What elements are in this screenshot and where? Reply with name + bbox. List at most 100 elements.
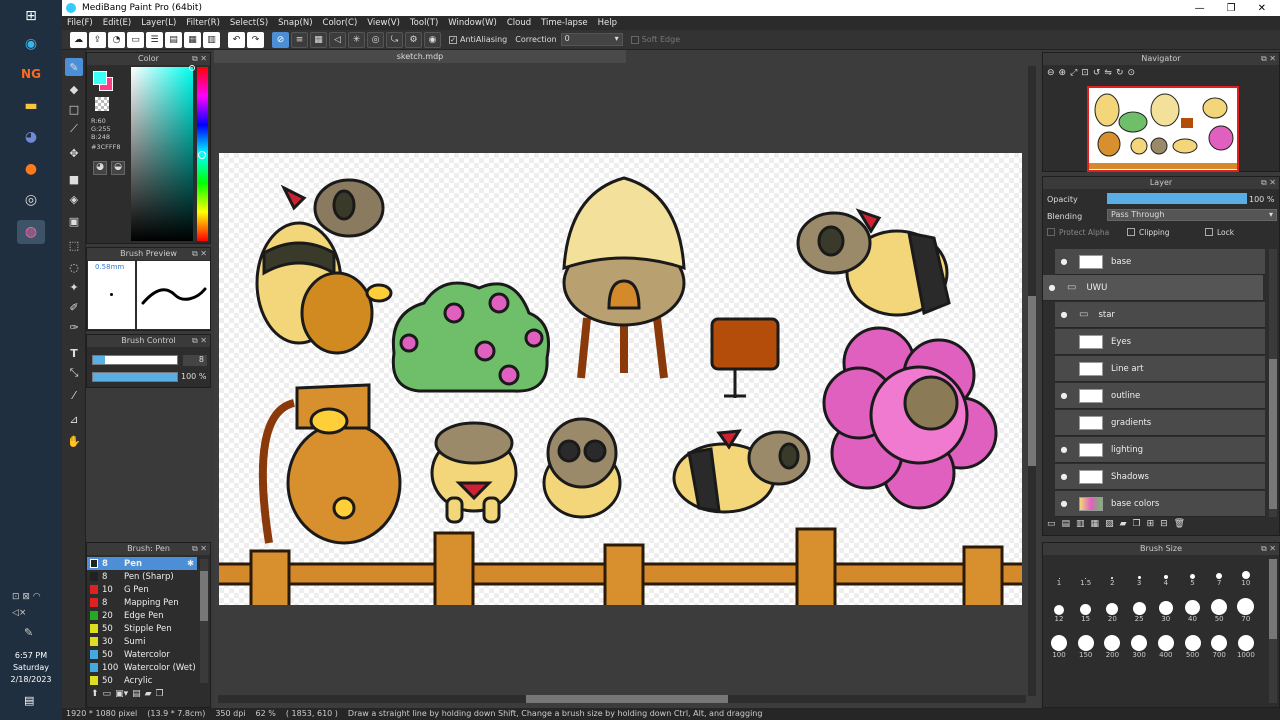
layer-row-line-art[interactable]: Line art xyxy=(1055,356,1265,382)
visibility-icon[interactable]: ● xyxy=(1055,472,1073,481)
medibang-taskbar-icon[interactable]: ◍ xyxy=(17,220,45,244)
protect-alpha-toggle[interactable]: Protect Alpha xyxy=(1047,228,1109,237)
eyedropper-tool-icon[interactable]: ⁄ xyxy=(65,386,83,404)
brush-item[interactable]: 8 Mapping Pen xyxy=(87,596,197,609)
layer-menu-icon[interactable]: ⊟ xyxy=(1160,519,1168,529)
brush-opacity-slider[interactable] xyxy=(92,372,178,382)
snap-parallel-icon[interactable]: ≡ xyxy=(291,31,308,48)
panel-close-icon[interactable]: ⧉ ✕ xyxy=(192,248,207,260)
main-color-swatch[interactable] xyxy=(93,71,107,85)
vertical-scroll-thumb[interactable] xyxy=(1028,296,1036,466)
newgrounds-icon[interactable]: NG xyxy=(17,62,45,86)
windows-start-icon[interactable]: ⊞ xyxy=(17,4,45,28)
gear-icon[interactable]: ✱ xyxy=(187,559,197,569)
panel-close-icon[interactable]: ⧉ ✕ xyxy=(1261,177,1276,189)
brush-size-option[interactable]: 15 xyxy=(1073,597,1099,623)
snap-settings-icon[interactable]: ⚙ xyxy=(405,31,422,48)
brush-item[interactable]: 50 Acrylic xyxy=(87,674,197,685)
protect-alpha-checkbox[interactable] xyxy=(1047,228,1055,236)
firefox-icon[interactable]: ● xyxy=(17,157,45,181)
list-icon[interactable]: ☰ xyxy=(146,31,163,48)
comment-icon[interactable]: ◔ xyxy=(108,31,125,48)
system-clock[interactable]: 6:57 PM Saturday 2/18/2023 xyxy=(0,650,62,686)
layer-row-uwu[interactable]: ● ▭ UWU xyxy=(1043,275,1263,301)
restore-icon[interactable]: ❐ xyxy=(1227,3,1236,14)
visibility-icon[interactable]: ● xyxy=(1055,310,1073,319)
visibility-icon[interactable]: ● xyxy=(1043,283,1061,292)
scroll-thumb[interactable] xyxy=(200,571,208,621)
brush-item[interactable]: 10 G Pen xyxy=(87,583,197,596)
panel-close-icon[interactable]: ⧉ ✕ xyxy=(192,53,207,65)
brush-size-value[interactable]: 8 xyxy=(183,355,207,366)
saturation-value-picker[interactable] xyxy=(131,65,195,241)
upload-icon[interactable]: ⇪ xyxy=(89,31,106,48)
fit-icon[interactable]: ⤢ xyxy=(1070,68,1077,78)
brush-size-option[interactable]: 200 xyxy=(1099,633,1125,659)
zoom-out-icon[interactable]: ⊖ xyxy=(1047,68,1055,78)
color-settings-icon[interactable]: ◒ xyxy=(111,161,125,175)
duplicate-brush-icon[interactable]: ▤ xyxy=(132,689,141,699)
hue-slider[interactable] xyxy=(197,67,208,241)
brush-size-option[interactable]: 50 xyxy=(1206,597,1232,623)
brush-item[interactable]: 100 Watercolor (Wet) xyxy=(87,661,197,674)
add-brush-icon[interactable]: ⬆ xyxy=(91,689,99,699)
brush-item[interactable]: 50 Watercolor xyxy=(87,648,197,661)
visibility-icon[interactable]: ● xyxy=(1055,391,1073,400)
duplicate-layer-icon[interactable]: ❐ xyxy=(1133,519,1141,529)
discord-icon[interactable]: ◕ xyxy=(17,125,45,149)
layer-row-lighting[interactable]: ● lighting xyxy=(1055,437,1265,463)
brush-item[interactable]: 8 Pen (Sharp) xyxy=(87,570,197,583)
new-brush-icon[interactable]: ▭ xyxy=(103,689,112,699)
brush-size-option[interactable]: 5 xyxy=(1180,561,1206,587)
brush-size-option[interactable]: 500 xyxy=(1180,633,1206,659)
new-halftone-layer-icon[interactable]: ▤ xyxy=(1062,519,1071,529)
brush-item[interactable]: 20 Edge Pen xyxy=(87,609,197,622)
obs-icon[interactable]: ◎ xyxy=(17,188,45,212)
hand-tool-icon[interactable]: ✋ xyxy=(65,432,83,450)
snap-vanish-icon[interactable]: ◁ xyxy=(329,31,346,48)
reset-rotate-icon[interactable]: ⊙ xyxy=(1127,68,1135,78)
layer-row-shadows[interactable]: ● Shadows xyxy=(1055,464,1265,490)
line-tool-icon[interactable]: ⟋ xyxy=(65,120,83,138)
visibility-icon[interactable]: ● xyxy=(1055,445,1073,454)
menu-select[interactable]: Select(S) xyxy=(225,18,273,28)
panel-close-icon[interactable]: ⧉ ✕ xyxy=(1261,53,1276,65)
redo-icon[interactable]: ↷ xyxy=(247,31,264,48)
select-tool-icon[interactable]: ⬚ xyxy=(65,236,83,254)
magic-wand-tool-icon[interactable]: ✦ xyxy=(65,278,83,296)
file-explorer-icon[interactable]: ▬ xyxy=(17,94,45,118)
new-1bit-layer-icon[interactable]: ▦ xyxy=(1091,519,1100,529)
lasso-tool-icon[interactable]: ◌ xyxy=(65,258,83,276)
pen-icon[interactable]: ✎ xyxy=(24,626,33,639)
undo-icon[interactable]: ↶ xyxy=(228,31,245,48)
menu-cloud[interactable]: Cloud xyxy=(502,18,536,28)
brush-size-option[interactable]: 1 xyxy=(1046,561,1072,587)
notification-icon[interactable]: ▤ xyxy=(24,694,34,707)
brush-size-option[interactable]: 400 xyxy=(1153,633,1179,659)
clipping-toggle[interactable]: Clipping xyxy=(1127,228,1170,237)
layer-row-gradients[interactable]: gradients xyxy=(1055,410,1265,436)
minimize-icon[interactable]: — xyxy=(1195,3,1205,14)
grid-icon[interactable]: ▦ xyxy=(184,31,201,48)
correction-select[interactable]: 0 ▾ xyxy=(560,33,623,46)
panel-close-icon[interactable]: ⧉ ✕ xyxy=(192,543,207,555)
folder-icon[interactable]: ▰ xyxy=(145,689,152,699)
actual-size-icon[interactable]: ⊡ xyxy=(1081,68,1089,78)
volume-icon[interactable]: ◁× xyxy=(12,608,26,618)
transparent-color-swatch[interactable] xyxy=(95,97,109,111)
menu-view[interactable]: View(V) xyxy=(362,18,405,28)
brush-size-option[interactable]: 150 xyxy=(1073,633,1099,659)
brush-item[interactable]: 50 Stipple Pen xyxy=(87,622,197,635)
snap-grid-icon[interactable]: ▦ xyxy=(310,31,327,48)
brush-size-scroll-thumb[interactable] xyxy=(1269,559,1277,639)
brush-list-scrollbar[interactable] xyxy=(200,559,208,683)
document-icon[interactable]: ▭ xyxy=(127,31,144,48)
brush-size-option[interactable]: 2 xyxy=(1099,561,1125,587)
select-pen-tool-icon[interactable]: ✐ xyxy=(65,298,83,316)
brush-size-option[interactable]: 30 xyxy=(1153,597,1179,623)
menu-snap[interactable]: Snap(N) xyxy=(273,18,317,28)
brush-size-option[interactable]: 100 xyxy=(1046,633,1072,659)
text-tool-icon[interactable]: T xyxy=(65,344,83,362)
menu-color[interactable]: Color(C) xyxy=(318,18,363,28)
select-eraser-tool-icon[interactable]: ✑ xyxy=(65,318,83,336)
